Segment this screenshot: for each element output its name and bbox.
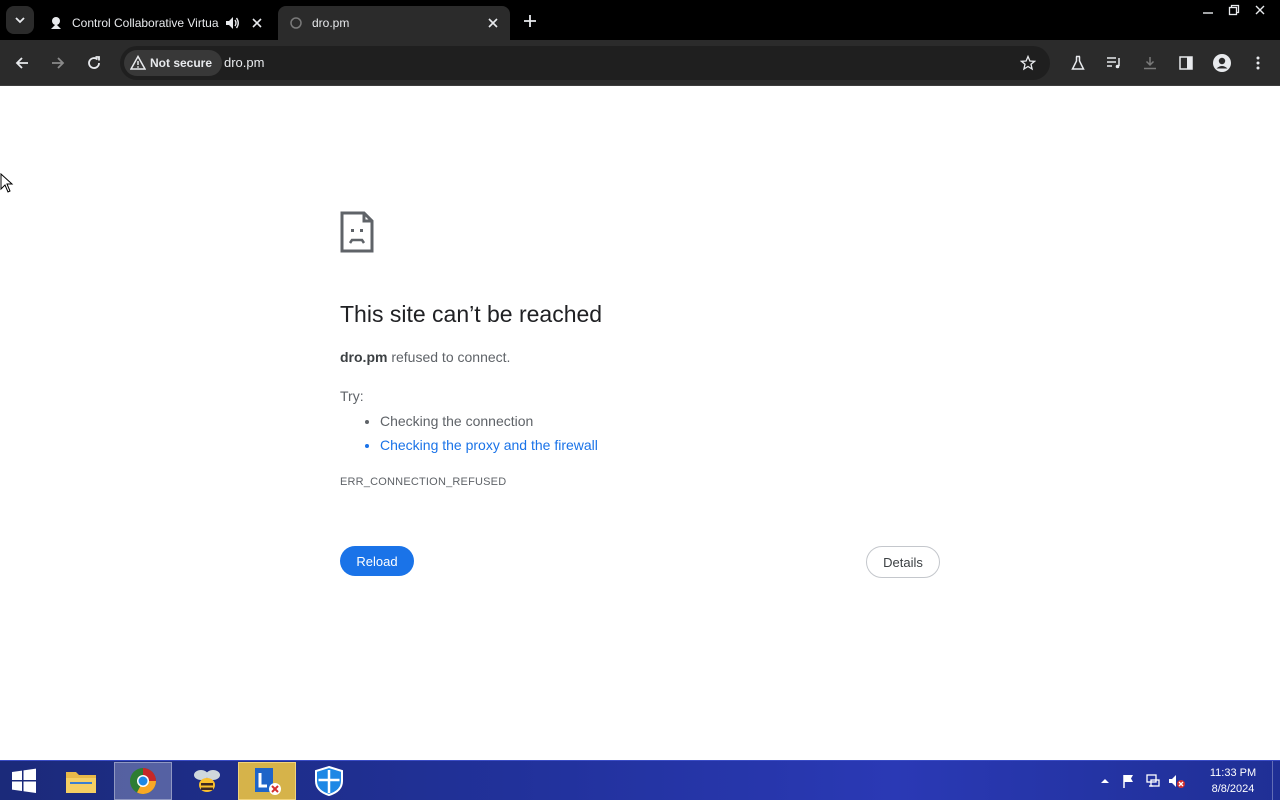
more-vert-icon: [1256, 56, 1260, 70]
taskbar: 11:33 PM 8/8/2024: [0, 760, 1280, 800]
address-bar[interactable]: Not secure dro.pm: [120, 46, 1050, 80]
tab-dro-pm[interactable]: dro.pm: [278, 6, 510, 40]
profile-button[interactable]: [1208, 49, 1236, 77]
playlist-icon: [1107, 57, 1120, 69]
taskbar-bee-app[interactable]: [178, 762, 236, 800]
globe-icon: [288, 15, 304, 31]
labs-button[interactable]: [1064, 49, 1092, 77]
minimize-icon: [1203, 12, 1213, 14]
warning-icon: [130, 55, 146, 70]
windows-logo-icon: [12, 768, 36, 793]
details-button[interactable]: Details: [866, 546, 940, 578]
network-icon: [1146, 774, 1160, 787]
shield-icon: [315, 765, 343, 797]
tab-strip: Control Collaborative Virtua dro.pm: [0, 0, 1280, 40]
clock-time: 11:33 PM: [1209, 767, 1257, 779]
side-panel-icon: [1179, 56, 1193, 70]
menu-button[interactable]: [1244, 49, 1272, 77]
tab-search-button[interactable]: [6, 6, 34, 34]
error-host: dro.pm: [340, 349, 388, 365]
download-icon: [1144, 57, 1156, 70]
tab-control-collaborative[interactable]: Control Collaborative Virtua: [40, 6, 274, 40]
error-code: ERR_CONNECTION_REFUSED: [340, 476, 507, 488]
close-icon: [1255, 5, 1265, 15]
arrow-right-icon: [52, 57, 65, 69]
taskbar-security[interactable]: [300, 762, 358, 800]
new-tab-button[interactable]: [518, 9, 542, 33]
start-button[interactable]: [6, 765, 42, 797]
forward-button[interactable]: [44, 49, 72, 77]
error-reason: refused to connect.: [387, 349, 511, 365]
clock-date: 8/8/2024: [1211, 783, 1255, 795]
close-icon[interactable]: [484, 14, 502, 32]
system-tray: 11:33 PM 8/8/2024: [1094, 761, 1280, 800]
browser-globe-icon: [130, 768, 156, 794]
bookmark-button[interactable]: [1016, 51, 1040, 75]
speaker-icon[interactable]: [224, 15, 240, 34]
taskbar-file-explorer[interactable]: [52, 762, 110, 800]
suggestion-list: Checking the connection Checking the pro…: [380, 412, 598, 460]
url-text[interactable]: dro.pm: [224, 55, 264, 70]
mouse-cursor-icon: [0, 173, 14, 193]
media-control-button[interactable]: [1100, 49, 1128, 77]
close-window-button[interactable]: [1248, 0, 1272, 20]
error-title: This site can’t be reached: [340, 301, 603, 327]
downloads-button[interactable]: [1136, 49, 1164, 77]
taskbar-clock[interactable]: 11:33 PM 8/8/2024: [1198, 765, 1268, 797]
try-label: Try:: [340, 388, 364, 404]
star-icon: [1020, 55, 1036, 71]
plus-icon: [524, 15, 536, 27]
show-desktop-button[interactable]: [1272, 761, 1280, 800]
side-panel-button[interactable]: [1172, 49, 1200, 77]
security-label: Not secure: [150, 56, 213, 70]
speaker-muted-icon: [1169, 775, 1185, 788]
tab-title: dro.pm: [312, 16, 350, 30]
volume-button[interactable]: [1166, 770, 1188, 792]
browser-toolbar: Not secure dro.pm: [0, 40, 1280, 86]
window-controls: [1194, 0, 1272, 20]
chevron-down-icon: [15, 17, 25, 24]
reload-button[interactable]: Reload: [340, 546, 414, 576]
tab-title: Control Collaborative Virtua: [72, 16, 219, 30]
avatar-icon: [1213, 54, 1231, 72]
lync-icon: [255, 768, 281, 795]
bee-icon: [194, 770, 220, 792]
flag-icon: [1123, 775, 1133, 788]
sad-document-icon: [340, 211, 374, 253]
flask-icon: [1071, 55, 1085, 70]
back-button[interactable]: [8, 49, 36, 77]
restore-button[interactable]: [1222, 0, 1246, 20]
folder-icon: [66, 772, 96, 793]
taskbar-chrome[interactable]: [114, 762, 172, 800]
arrow-left-icon: [15, 57, 28, 69]
app-favicon-icon: [48, 15, 64, 31]
show-hidden-icons-button[interactable]: [1094, 770, 1116, 792]
network-button[interactable]: [1142, 770, 1164, 792]
page-content: This site can’t be reached dro.pm refuse…: [0, 87, 1280, 760]
suggestion-check-connection: Checking the connection: [380, 412, 598, 436]
suggestion-check-proxy-link[interactable]: Checking the proxy and the firewall: [380, 436, 598, 460]
minimize-button[interactable]: [1196, 0, 1220, 20]
restore-icon: [1228, 4, 1240, 16]
caret-up-icon: [1101, 779, 1109, 783]
reload-page-button[interactable]: [80, 49, 108, 77]
error-description: dro.pm refused to connect.: [340, 349, 510, 365]
action-center-button[interactable]: [1118, 770, 1140, 792]
security-chip[interactable]: Not secure: [124, 50, 223, 76]
refresh-icon: [88, 56, 100, 69]
close-icon[interactable]: [248, 14, 266, 32]
taskbar-lync[interactable]: [238, 762, 296, 800]
